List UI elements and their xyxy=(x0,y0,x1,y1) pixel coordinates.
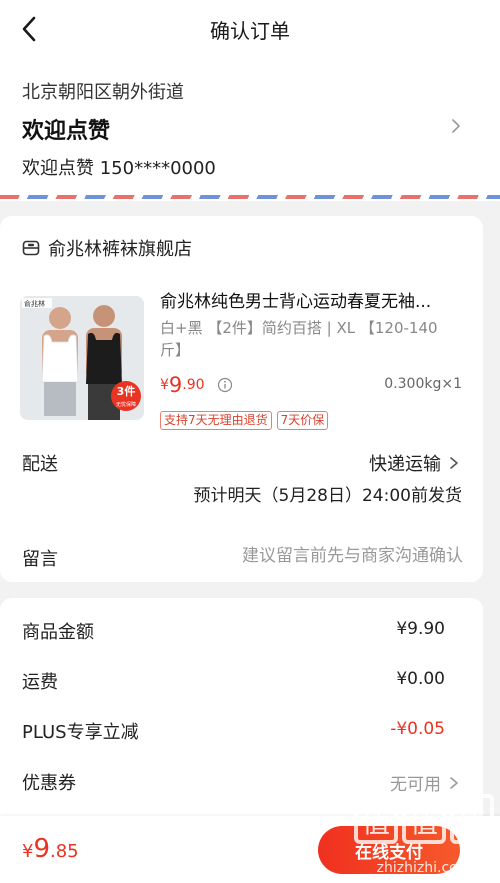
price-decimal: .90 xyxy=(182,377,205,393)
chevron-right-icon xyxy=(450,457,458,469)
back-button[interactable] xyxy=(14,14,44,44)
return-policy-tag: 支持7天无理由退货 xyxy=(160,411,272,430)
info-icon[interactable] xyxy=(217,377,233,393)
remark-input[interactable] xyxy=(203,543,463,569)
page-title: 确认订单 xyxy=(210,18,290,43)
plus-discount-value: -¥0.05 xyxy=(390,719,445,739)
top-bar: 确认订单 xyxy=(0,0,500,58)
price-protection-tag: 7天价保 xyxy=(276,411,329,430)
watermark-glyph-3: 值 xyxy=(458,806,486,839)
coupon-label: 优惠券 xyxy=(22,773,76,794)
price-integer: 9 xyxy=(168,373,183,397)
goods-amount-label: 商品金额 xyxy=(22,622,94,643)
shop-name: 俞兆林裤袜旗舰店 xyxy=(48,239,192,260)
brand-mark: 俞兆林 xyxy=(24,299,45,308)
shop-icon xyxy=(22,240,40,256)
product-photo: 俞兆林 3件 无忧保障 xyxy=(20,296,144,420)
product-image[interactable]: 俞兆林 3件 无忧保障 xyxy=(20,296,144,420)
delivery-eta: 预计明天（5月28日）24:00前发货 xyxy=(193,486,462,506)
recipient-name: 欢迎点赞 xyxy=(22,119,111,144)
image-badge-sub: 无忧保障 xyxy=(116,401,136,408)
watermark-glyph-1: 值 xyxy=(362,806,390,839)
total-integer: 9 xyxy=(33,834,50,864)
total-decimal: .85 xyxy=(50,841,79,862)
chevron-left-icon xyxy=(22,16,36,42)
product-spec: 白+黑 【2件】简约百搭 | XL 【120-140斤】 xyxy=(160,319,438,359)
shop-header[interactable]: 俞兆林裤袜旗舰店 xyxy=(22,235,192,261)
weight-quantity: 0.300kg×1 xyxy=(384,376,462,392)
shipping-value: ¥0.00 xyxy=(396,669,445,689)
watermark-text: zhizhizhi.com xyxy=(377,860,472,876)
recipient-phone: 欢迎点赞 150****0000 xyxy=(22,158,216,179)
chevron-right-icon[interactable] xyxy=(448,116,464,136)
delivery-label: 配送 xyxy=(22,454,58,475)
plus-discount-label: PLUS专享立减 xyxy=(22,722,139,743)
product-title[interactable]: 俞兆林纯色男士背心运动春夏无袖... xyxy=(160,287,465,312)
price-symbol: ¥ xyxy=(160,377,169,393)
watermark-glyph-2: 值 xyxy=(410,806,438,839)
shipping-label: 运费 xyxy=(22,672,58,693)
product-price: ¥ 9 .90 xyxy=(160,373,233,397)
remark-label: 留言 xyxy=(22,549,58,570)
service-tags: 支持7天无理由退货 7天价保 xyxy=(160,411,333,430)
image-badge: 3件 xyxy=(117,384,136,398)
total-amount: ¥ 9 .85 xyxy=(22,834,79,864)
address-card[interactable]: 北京朝阳区朝外街道 欢迎点赞 欢迎点赞 150****0000 xyxy=(0,58,500,201)
delivery-method[interactable]: 快递运输 xyxy=(369,450,461,476)
address-region: 北京朝阳区朝外街道 xyxy=(22,82,184,103)
goods-amount-value: ¥9.90 xyxy=(396,619,445,639)
site-watermark: 值 值 值 zhizhizhi.com xyxy=(354,794,494,876)
airmail-stripe xyxy=(0,195,500,199)
delivery-method-label: 快递运输 xyxy=(369,454,441,475)
shop-card: 俞兆林裤袜旗舰店 俞兆林 3件 无忧保障 俞兆林纯色男士背心运动春夏无袖... … xyxy=(0,216,483,582)
chevron-right-icon xyxy=(450,776,458,789)
total-symbol: ¥ xyxy=(22,841,34,862)
